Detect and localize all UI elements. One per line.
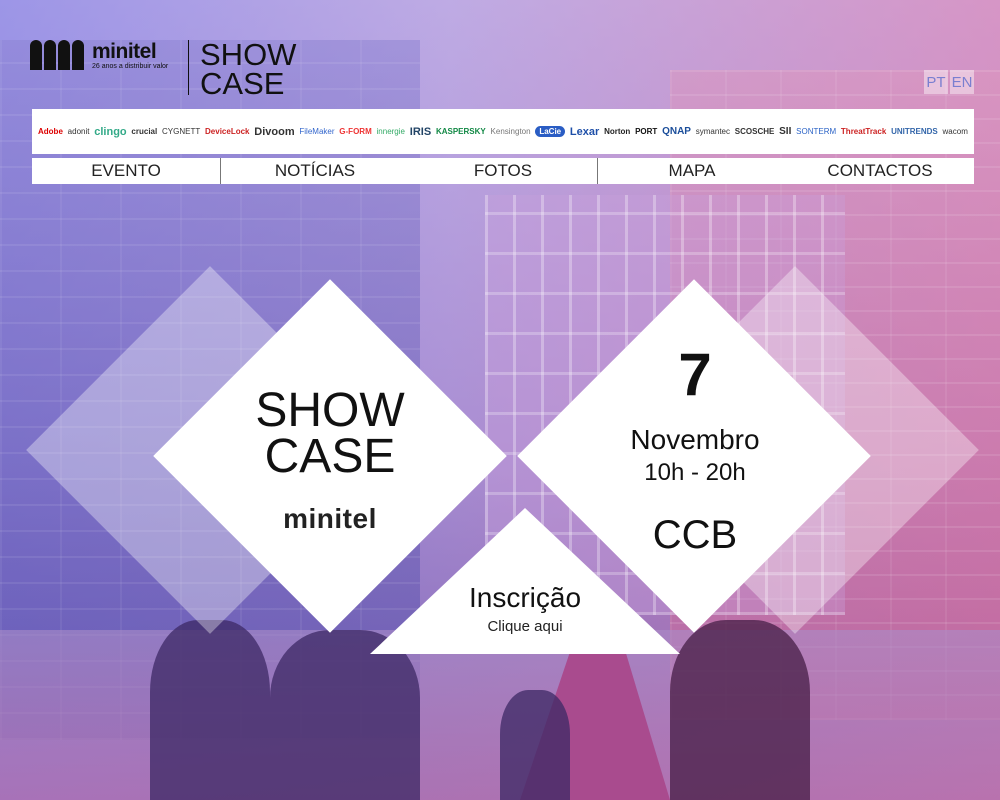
header-title-line1: SHOW (200, 37, 297, 72)
brand-logo: SII (779, 126, 792, 137)
nav-item-noticias[interactable]: NOTÍCIAS (221, 158, 409, 184)
header-title: SHOW CASE (200, 37, 297, 101)
event-month: Novembro (630, 424, 760, 455)
brand-logo: DeviceLock (205, 127, 250, 136)
brand-logo: clingo (94, 125, 127, 138)
brand-logo: Adobe (38, 127, 63, 136)
brand-logo: symantec (695, 127, 730, 136)
brand-logo: Kensington (490, 127, 531, 136)
brand-logo: innergie (376, 127, 405, 136)
brand-logo: CYGNETT (162, 127, 201, 136)
event-hours: 10h - 20h (644, 459, 746, 486)
minitel-logo[interactable]: minitel 26 anos a distribuir valor (30, 40, 168, 70)
nav-item-contactos[interactable]: CONTACTOS (786, 158, 974, 184)
brand-logo: Divoom (254, 125, 295, 138)
brand-logo: PORT (635, 127, 658, 136)
language-switcher: PT EN (922, 70, 974, 94)
header-divider (188, 40, 189, 95)
showcase-title-line2: CASE (264, 430, 396, 483)
brand-logo: ThreatTrack (840, 127, 887, 136)
event-day: 7 (678, 341, 712, 408)
brand-logo: FileMaker (299, 127, 335, 136)
showcase-brand: minitel (283, 503, 377, 534)
logo-name: minitel (92, 39, 157, 63)
brand-logo: LaCie (535, 126, 566, 137)
brand-logo: KASPERSKY (435, 127, 486, 136)
nav-item-evento[interactable]: EVENTO (32, 158, 220, 184)
brand-logo: G-FORM (339, 127, 372, 136)
header-title-line2: CASE (200, 66, 285, 101)
brand-logo: SONTERM (796, 127, 837, 136)
main-nav: EVENTO NOTÍCIAS FOTOS MAPA CONTACTOS (32, 158, 974, 184)
lang-pt-button[interactable]: PT (924, 70, 948, 94)
registration-link[interactable]: Clique aqui (430, 618, 620, 635)
showcase-title-line1: SHOW (255, 384, 405, 437)
nav-item-fotos[interactable]: FOTOS (409, 158, 597, 184)
brand-logo: UNITRENDS (891, 127, 938, 136)
person-figure (670, 620, 810, 800)
brand-logo: adonit (67, 127, 90, 136)
brand-logo: QNAP (662, 126, 691, 137)
registration-title[interactable]: Inscrição (430, 582, 620, 614)
minitel-logo-mark (30, 40, 84, 70)
lang-en-button[interactable]: EN (950, 70, 974, 94)
brand-logo: crucial (131, 127, 158, 136)
brand-logo: SCOSCHE (734, 127, 775, 136)
nav-item-mapa[interactable]: MAPA (598, 158, 786, 184)
person-figure (150, 620, 270, 800)
brand-logo: IRIS (409, 125, 432, 138)
logo-tagline: 26 anos a distribuir valor (92, 62, 169, 70)
showcase-title: SHOW CASE (230, 384, 430, 483)
person-figure (270, 630, 420, 800)
person-figure (500, 690, 570, 800)
brand-logos-strip: Adobe adonit clingo crucial CYGNETT Devi… (32, 109, 974, 154)
brand-logo: Norton (604, 127, 631, 136)
event-venue: CCB (652, 513, 738, 557)
brand-logo: Lexar (569, 125, 600, 138)
brand-logo: wacom (942, 127, 968, 136)
